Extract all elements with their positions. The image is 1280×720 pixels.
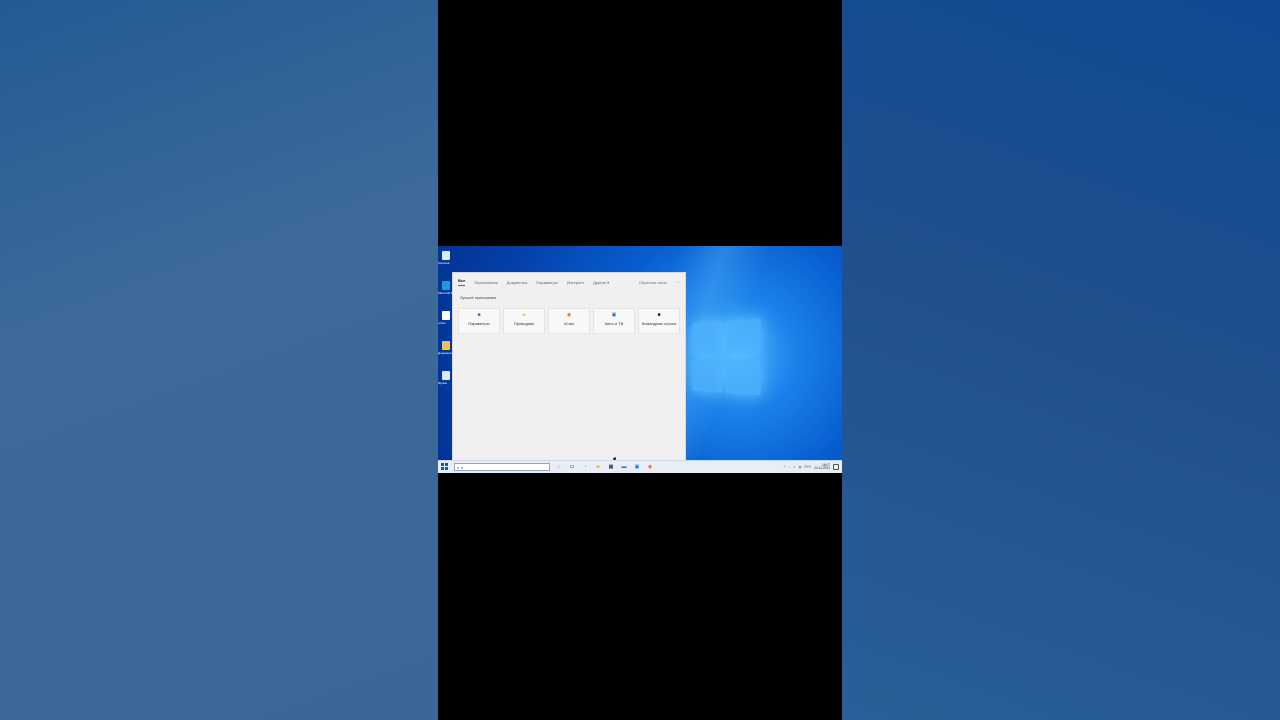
right-blurred-background: [842, 0, 1280, 720]
tab-internet[interactable]: Интернет: [567, 280, 584, 285]
taskbar-pinned-apps: ◌ ▭ ◔ ▰ ▦ ▬ ▣ ◉: [554, 462, 655, 472]
best-apps-list: ■ Параметры ▰ Проводник ◉ oCam ▣ Кино и …: [458, 308, 680, 334]
mail-icon[interactable]: ▬: [619, 462, 629, 472]
tab-other[interactable]: Другие ▾: [593, 280, 609, 285]
terminal-icon: ■: [657, 312, 661, 318]
show-hidden-icons-icon[interactable]: ^: [784, 465, 786, 469]
ocam-icon[interactable]: ◉: [645, 462, 655, 472]
app-card-ocam[interactable]: ◉ oCam: [548, 308, 590, 334]
camera-icon: ◉: [566, 312, 572, 318]
search-query: к: [461, 464, 463, 470]
taskbar-search-input[interactable]: ⌕ к: [454, 463, 550, 471]
app-card-movies[interactable]: ▣ Кино и ТВ: [593, 308, 635, 334]
folder-icon: [442, 341, 450, 350]
windows-desktop-screen: Корзина Microsoft Edge oCam Документы Яр…: [438, 246, 842, 473]
explorer-icon[interactable]: ▰: [593, 462, 603, 472]
taskbar: ⌕ к ◌ ▭ ◔ ▰ ▦ ▬ ▣ ◉ ^ ⌂ ◐ ◍ РУС 16:07 24…: [438, 460, 842, 473]
left-blurred-background: [0, 0, 438, 720]
app-icon: [442, 371, 450, 380]
tab-apps[interactable]: Приложения: [474, 280, 497, 285]
desktop-icon-label: Ярлык: [438, 381, 447, 385]
video-frame: Корзина Microsoft Edge oCam Документы Яр…: [438, 0, 842, 720]
power-icon[interactable]: ◍: [799, 465, 802, 469]
more-options-button[interactable]: ···: [676, 280, 680, 285]
language-indicator[interactable]: РУС: [804, 465, 811, 469]
widgets-icon[interactable]: ▭: [567, 462, 577, 472]
app-label: Кино и ТВ: [604, 321, 624, 326]
windows-search-panel: Все Приложения Документы Параметры Интер…: [452, 272, 686, 465]
tab-documents[interactable]: Документы: [507, 280, 528, 285]
app-label: oCam: [563, 321, 575, 326]
app-label: Командная строка: [641, 321, 677, 326]
desktop-icon-label: oCam: [438, 321, 447, 325]
tab-all[interactable]: Все: [458, 279, 466, 286]
movies-icon: ▣: [611, 312, 617, 318]
app-label: Проводник: [513, 321, 535, 326]
tab-settings[interactable]: Параметры: [536, 280, 557, 285]
movies-icon[interactable]: ▣: [632, 462, 642, 472]
notification-center-icon[interactable]: [833, 464, 839, 470]
ocam-icon: [442, 311, 450, 320]
edge-icon[interactable]: ◔: [580, 462, 590, 472]
edge-icon: [442, 281, 450, 290]
start-button[interactable]: [440, 462, 451, 473]
system-tray: ^ ⌂ ◐ ◍ РУС 16:07 24.11.2021: [784, 463, 842, 471]
search-tabs: Все Приложения Документы Параметры Интер…: [458, 277, 680, 288]
task-view-icon[interactable]: ◌: [554, 462, 564, 472]
settings-icon: ■: [477, 312, 481, 318]
windows-logo-icon: [692, 318, 765, 399]
feedback-link[interactable]: Обратная связь: [639, 281, 667, 285]
network-icon[interactable]: ⌂: [788, 465, 790, 469]
volume-icon[interactable]: ◐: [793, 465, 795, 469]
desktop-icon-label: Корзина: [438, 261, 450, 265]
store-icon[interactable]: ▦: [606, 462, 616, 472]
clock[interactable]: 16:07 24.11.2021: [814, 463, 830, 471]
app-card-settings[interactable]: ■ Параметры: [458, 308, 500, 334]
search-icon: ⌕: [457, 464, 460, 470]
best-apps-title: Лучшие приложения: [460, 296, 497, 300]
clock-date: 24.11.2021: [814, 466, 830, 470]
app-card-command-prompt[interactable]: ■ Командная строка: [638, 308, 680, 334]
recycle-bin-icon: [442, 251, 450, 260]
folder-icon: ▰: [522, 312, 526, 318]
app-card-explorer[interactable]: ▰ Проводник: [503, 308, 545, 334]
app-label: Параметры: [468, 321, 490, 326]
